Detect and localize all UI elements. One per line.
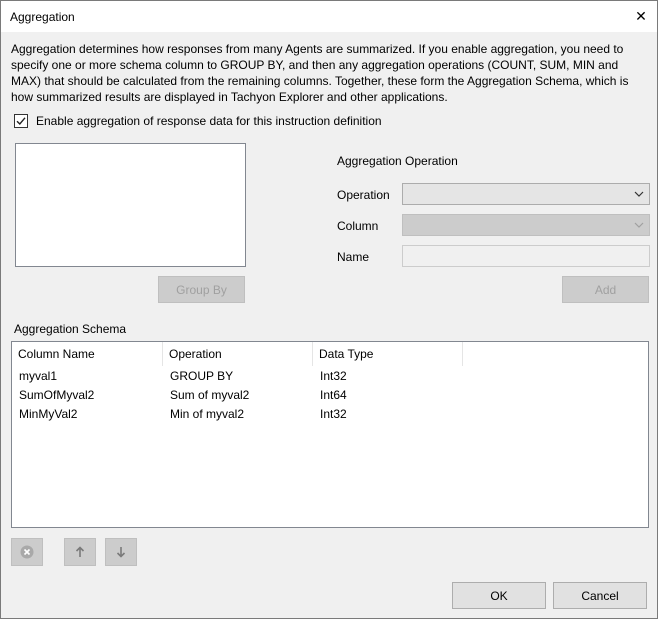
description-text: Aggregation determines how responses fro… <box>11 42 629 104</box>
cancel-button[interactable]: Cancel <box>553 582 647 609</box>
enable-aggregation-row[interactable]: Enable aggregation of response data for … <box>14 114 382 128</box>
table-row[interactable]: myval1 GROUP BY Int32 <box>12 367 648 386</box>
enable-aggregation-label: Enable aggregation of response data for … <box>36 114 382 128</box>
operation-combobox[interactable] <box>402 183 650 205</box>
table-row[interactable]: MinMyVal2 Min of myval2 Int32 <box>12 405 648 424</box>
window-title: Aggregation <box>10 10 75 24</box>
aggregation-schema-table[interactable]: Column Name Operation Data Type myval1 G… <box>11 341 649 528</box>
cell-data-type: Int64 <box>320 388 347 402</box>
move-up-button[interactable] <box>64 538 96 566</box>
cell-operation: Min of myval2 <box>170 407 245 421</box>
aggregation-operation-heading: Aggregation Operation <box>337 154 458 168</box>
column-header-name[interactable]: Column Name <box>12 342 163 366</box>
arrow-down-icon <box>116 547 126 558</box>
column-header-operation[interactable]: Operation <box>163 342 313 366</box>
name-input[interactable] <box>402 245 650 267</box>
ok-button[interactable]: OK <box>452 582 546 609</box>
remove-icon <box>20 545 34 559</box>
remove-button[interactable] <box>11 538 43 566</box>
name-label: Name <box>337 250 370 264</box>
cell-data-type: Int32 <box>320 369 347 383</box>
cell-column-name: SumOfMyval2 <box>19 388 95 402</box>
cell-column-name: MinMyVal2 <box>19 407 78 421</box>
column-header-data-type[interactable]: Data Type <box>313 342 463 366</box>
columns-listbox[interactable] <box>15 143 246 267</box>
column-combobox[interactable] <box>402 214 650 236</box>
move-down-button[interactable] <box>105 538 137 566</box>
chevron-down-icon <box>634 222 644 228</box>
table-row[interactable]: SumOfMyval2 Sum of myval2 Int64 <box>12 386 648 405</box>
column-label: Column <box>337 219 379 233</box>
cell-column-name: myval1 <box>19 369 58 383</box>
cell-data-type: Int32 <box>320 407 347 421</box>
operation-label: Operation <box>337 188 390 202</box>
arrow-up-icon <box>75 546 85 557</box>
close-button[interactable]: ✕ <box>625 1 657 32</box>
aggregation-schema-heading: Aggregation Schema <box>14 322 127 336</box>
enable-aggregation-checkbox[interactable] <box>14 114 28 128</box>
aggregation-dialog: Aggregation ✕ Aggregation determines how… <box>0 0 658 619</box>
checkmark-icon <box>16 117 26 126</box>
add-button[interactable]: Add <box>562 276 649 303</box>
close-icon: ✕ <box>635 8 647 24</box>
cell-operation: Sum of myval2 <box>170 388 250 402</box>
title-bar: Aggregation ✕ <box>1 1 657 32</box>
group-by-button[interactable]: Group By <box>158 276 245 303</box>
chevron-down-icon <box>634 191 644 197</box>
table-header: Column Name Operation Data Type <box>12 342 648 366</box>
cell-operation: GROUP BY <box>170 369 234 383</box>
